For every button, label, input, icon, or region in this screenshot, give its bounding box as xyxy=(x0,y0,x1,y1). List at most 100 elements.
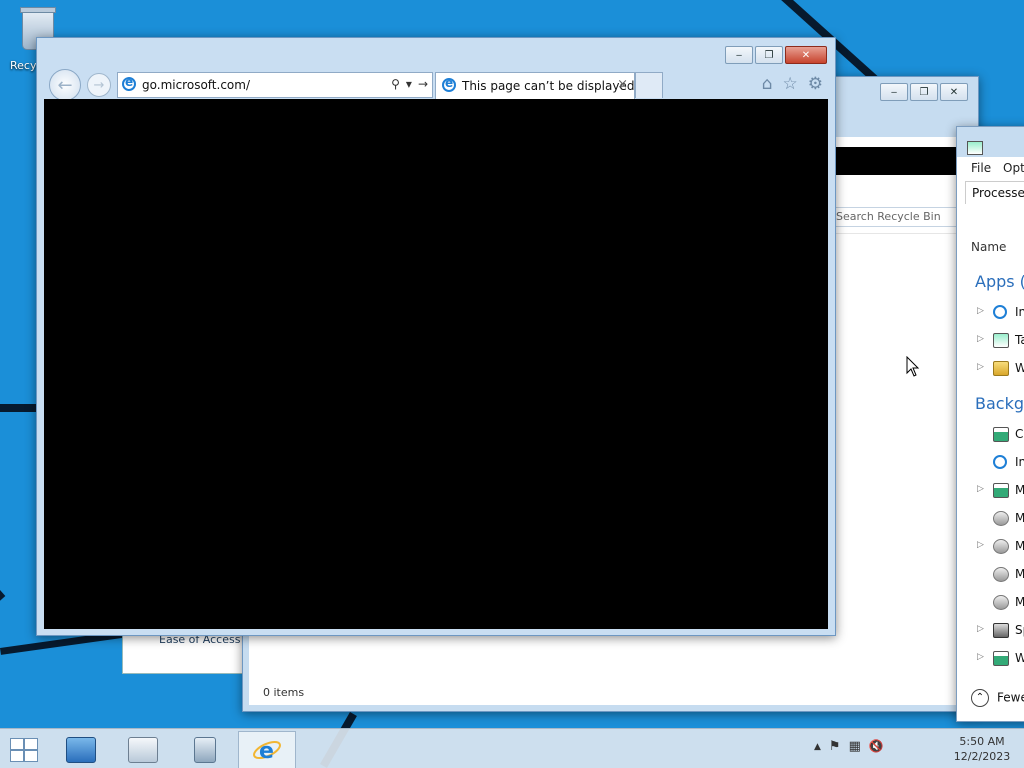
fewer-details-label: Fewer details xyxy=(997,690,1024,705)
group-background: Background processes xyxy=(975,394,1024,413)
maximize-button[interactable]: ❐ xyxy=(755,46,783,64)
maximize-button[interactable]: ❐ xyxy=(910,83,938,101)
taskbar-recycle-bin[interactable] xyxy=(176,731,234,768)
search-icon[interactable]: ⚲ xyxy=(391,77,400,91)
tab-processes[interactable]: Processes xyxy=(965,181,1024,204)
taskbar-internet-explorer[interactable]: e xyxy=(238,731,296,768)
show-hidden-icons-arrow-icon[interactable]: ▲ xyxy=(814,739,821,754)
windows-logo-icon xyxy=(10,738,24,750)
expand-arrow-icon[interactable]: ▷ xyxy=(977,540,984,550)
minimize-button[interactable]: ‒ xyxy=(725,46,753,64)
tab-close-icon[interactable]: × xyxy=(617,77,628,92)
app-window-icon xyxy=(993,427,1009,442)
task-manager-icon xyxy=(128,737,158,763)
task-manager-titlebar xyxy=(957,127,1024,157)
menu-options[interactable]: Options xyxy=(1003,161,1024,175)
ie-icon xyxy=(122,75,136,91)
windows-logo-icon xyxy=(24,750,38,762)
process-name: Microsoft Windows Search Protocol Host xyxy=(1015,595,1024,609)
taskbar: e ▲ ⚑ ▦ 🔇 5:50 AM 12/2/2023 xyxy=(0,728,1024,768)
clock-date: 12/2/2023 xyxy=(953,750,1011,763)
column-header-name[interactable]: Name xyxy=(971,240,1006,254)
process-row[interactable]: ▷ Microsoft Distributed Transaction Coord… xyxy=(957,479,1024,503)
address-bar[interactable]: go.microsoft.com/ ⚲ ▾ → xyxy=(117,72,433,98)
process-row[interactable]: ▷ Microsoft Windows Search Indexer xyxy=(957,535,1024,559)
address-url: go.microsoft.com/ xyxy=(142,78,250,92)
ie-toolbar-icons: ⌂ ☆ ⚙ xyxy=(762,74,823,94)
search-recycle-bin-placeholder: Search Recycle Bin xyxy=(836,210,941,223)
dropdown-icon[interactable]: ▾ xyxy=(406,77,412,91)
forward-arrow-icon: → xyxy=(93,77,105,93)
process-row[interactable]: Microsoft Software Shadow Copy Provider xyxy=(957,507,1024,531)
service-icon xyxy=(993,595,1009,610)
group-apps: Apps (3) xyxy=(975,272,1024,291)
folder-icon xyxy=(993,361,1009,376)
recycle-bin-icon xyxy=(194,737,216,763)
close-button[interactable]: ✕ xyxy=(940,83,968,101)
network-icon[interactable]: ▦ xyxy=(849,739,861,754)
process-name: Spooler SubSystem App xyxy=(1015,623,1024,637)
process-row[interactable]: ▷ WMI Provider Host xyxy=(957,647,1024,671)
taskmgr-icon xyxy=(993,333,1009,348)
desktop: Recycle Bin Ease of Access Center ‒ ❐ ✕ … xyxy=(0,0,1024,768)
process-row[interactable]: Microsoft Windows Search Filter Host xyxy=(957,563,1024,587)
new-tab-button[interactable] xyxy=(635,72,663,98)
printer-icon xyxy=(993,623,1009,638)
windows-logo-icon xyxy=(10,750,24,762)
process-row[interactable]: ▷ Windows Explorer xyxy=(957,357,1024,381)
taskbar-server-manager[interactable] xyxy=(52,731,110,768)
process-row[interactable]: COM Surrogate xyxy=(957,423,1024,447)
process-row[interactable]: ▷ Task Manager xyxy=(957,329,1024,353)
service-icon xyxy=(993,539,1009,554)
app-window-icon xyxy=(993,651,1009,666)
ie-icon: e xyxy=(253,739,281,764)
system-tray: ▲ ⚑ ▦ 🔇 xyxy=(814,739,884,754)
process-row[interactable]: Internet Explorer xyxy=(957,451,1024,475)
process-name: COM Surrogate xyxy=(1015,427,1024,441)
go-arrow-icon[interactable]: → xyxy=(418,77,428,91)
close-button[interactable]: ✕ xyxy=(785,46,827,64)
recycle-bin-caption-buttons: ‒ ❐ ✕ xyxy=(880,83,968,101)
forward-button[interactable]: → xyxy=(87,73,111,97)
volume-muted-icon[interactable]: 🔇 xyxy=(869,739,884,754)
process-row[interactable]: Microsoft Windows Search Protocol Host xyxy=(957,591,1024,615)
expand-arrow-icon[interactable]: ▷ xyxy=(977,362,984,372)
internet-explorer-window: ‒ ❐ ✕ ← → go.microsoft.com/ ⚲ ▾ → This p… xyxy=(36,37,836,636)
action-center-flag-icon[interactable]: ⚑ xyxy=(829,739,841,754)
close-icon: ✕ xyxy=(801,49,811,61)
restore-icon: ❐ xyxy=(919,86,929,98)
clock[interactable]: 5:50 AM 12/2/2023 xyxy=(952,734,1012,764)
expand-arrow-icon[interactable]: ▷ xyxy=(977,624,984,634)
menu-file[interactable]: File xyxy=(971,161,991,175)
back-button[interactable]: ← xyxy=(49,69,81,101)
expand-arrow-icon[interactable]: ▷ xyxy=(977,652,984,662)
task-manager-window: File Options Processes Name Apps (3) ▷ In… xyxy=(956,126,1024,722)
windows-logo-icon xyxy=(24,738,38,750)
minimize-icon: ‒ xyxy=(890,86,898,98)
server-manager-icon xyxy=(66,737,96,763)
back-arrow-icon: ← xyxy=(57,74,73,96)
process-row[interactable]: ▷ Spooler SubSystem App xyxy=(957,619,1024,643)
expand-arrow-icon[interactable]: ▷ xyxy=(977,306,984,316)
process-name: Microsoft Software Shadow Copy Provider xyxy=(1015,511,1024,525)
fewer-details-button[interactable]: ⌃ Fewer details xyxy=(971,689,1024,707)
start-button[interactable] xyxy=(10,738,38,762)
close-icon: ✕ xyxy=(949,86,959,98)
service-icon xyxy=(993,511,1009,526)
ie-icon xyxy=(442,76,456,92)
expand-arrow-icon[interactable]: ▷ xyxy=(977,484,984,494)
chevron-up-icon: ⌃ xyxy=(971,689,989,707)
page-content-area[interactable] xyxy=(44,99,828,629)
process-name: Microsoft Windows Search Indexer xyxy=(1015,539,1024,553)
tab-page-cant-be-displayed[interactable]: This page can’t be displayed × xyxy=(435,72,635,99)
taskbar-task-manager[interactable] xyxy=(114,731,172,768)
minimize-button[interactable]: ‒ xyxy=(880,83,908,101)
svg-text:e: e xyxy=(259,739,274,764)
process-row[interactable]: ▷ Internet Explorer xyxy=(957,301,1024,325)
home-icon[interactable]: ⌂ xyxy=(762,74,773,94)
expand-arrow-icon[interactable]: ▷ xyxy=(977,334,984,344)
favorites-star-icon[interactable]: ☆ xyxy=(783,74,798,94)
service-icon xyxy=(993,567,1009,582)
task-manager-menu: File Options xyxy=(957,159,1024,179)
tools-gear-icon[interactable]: ⚙ xyxy=(808,74,823,94)
